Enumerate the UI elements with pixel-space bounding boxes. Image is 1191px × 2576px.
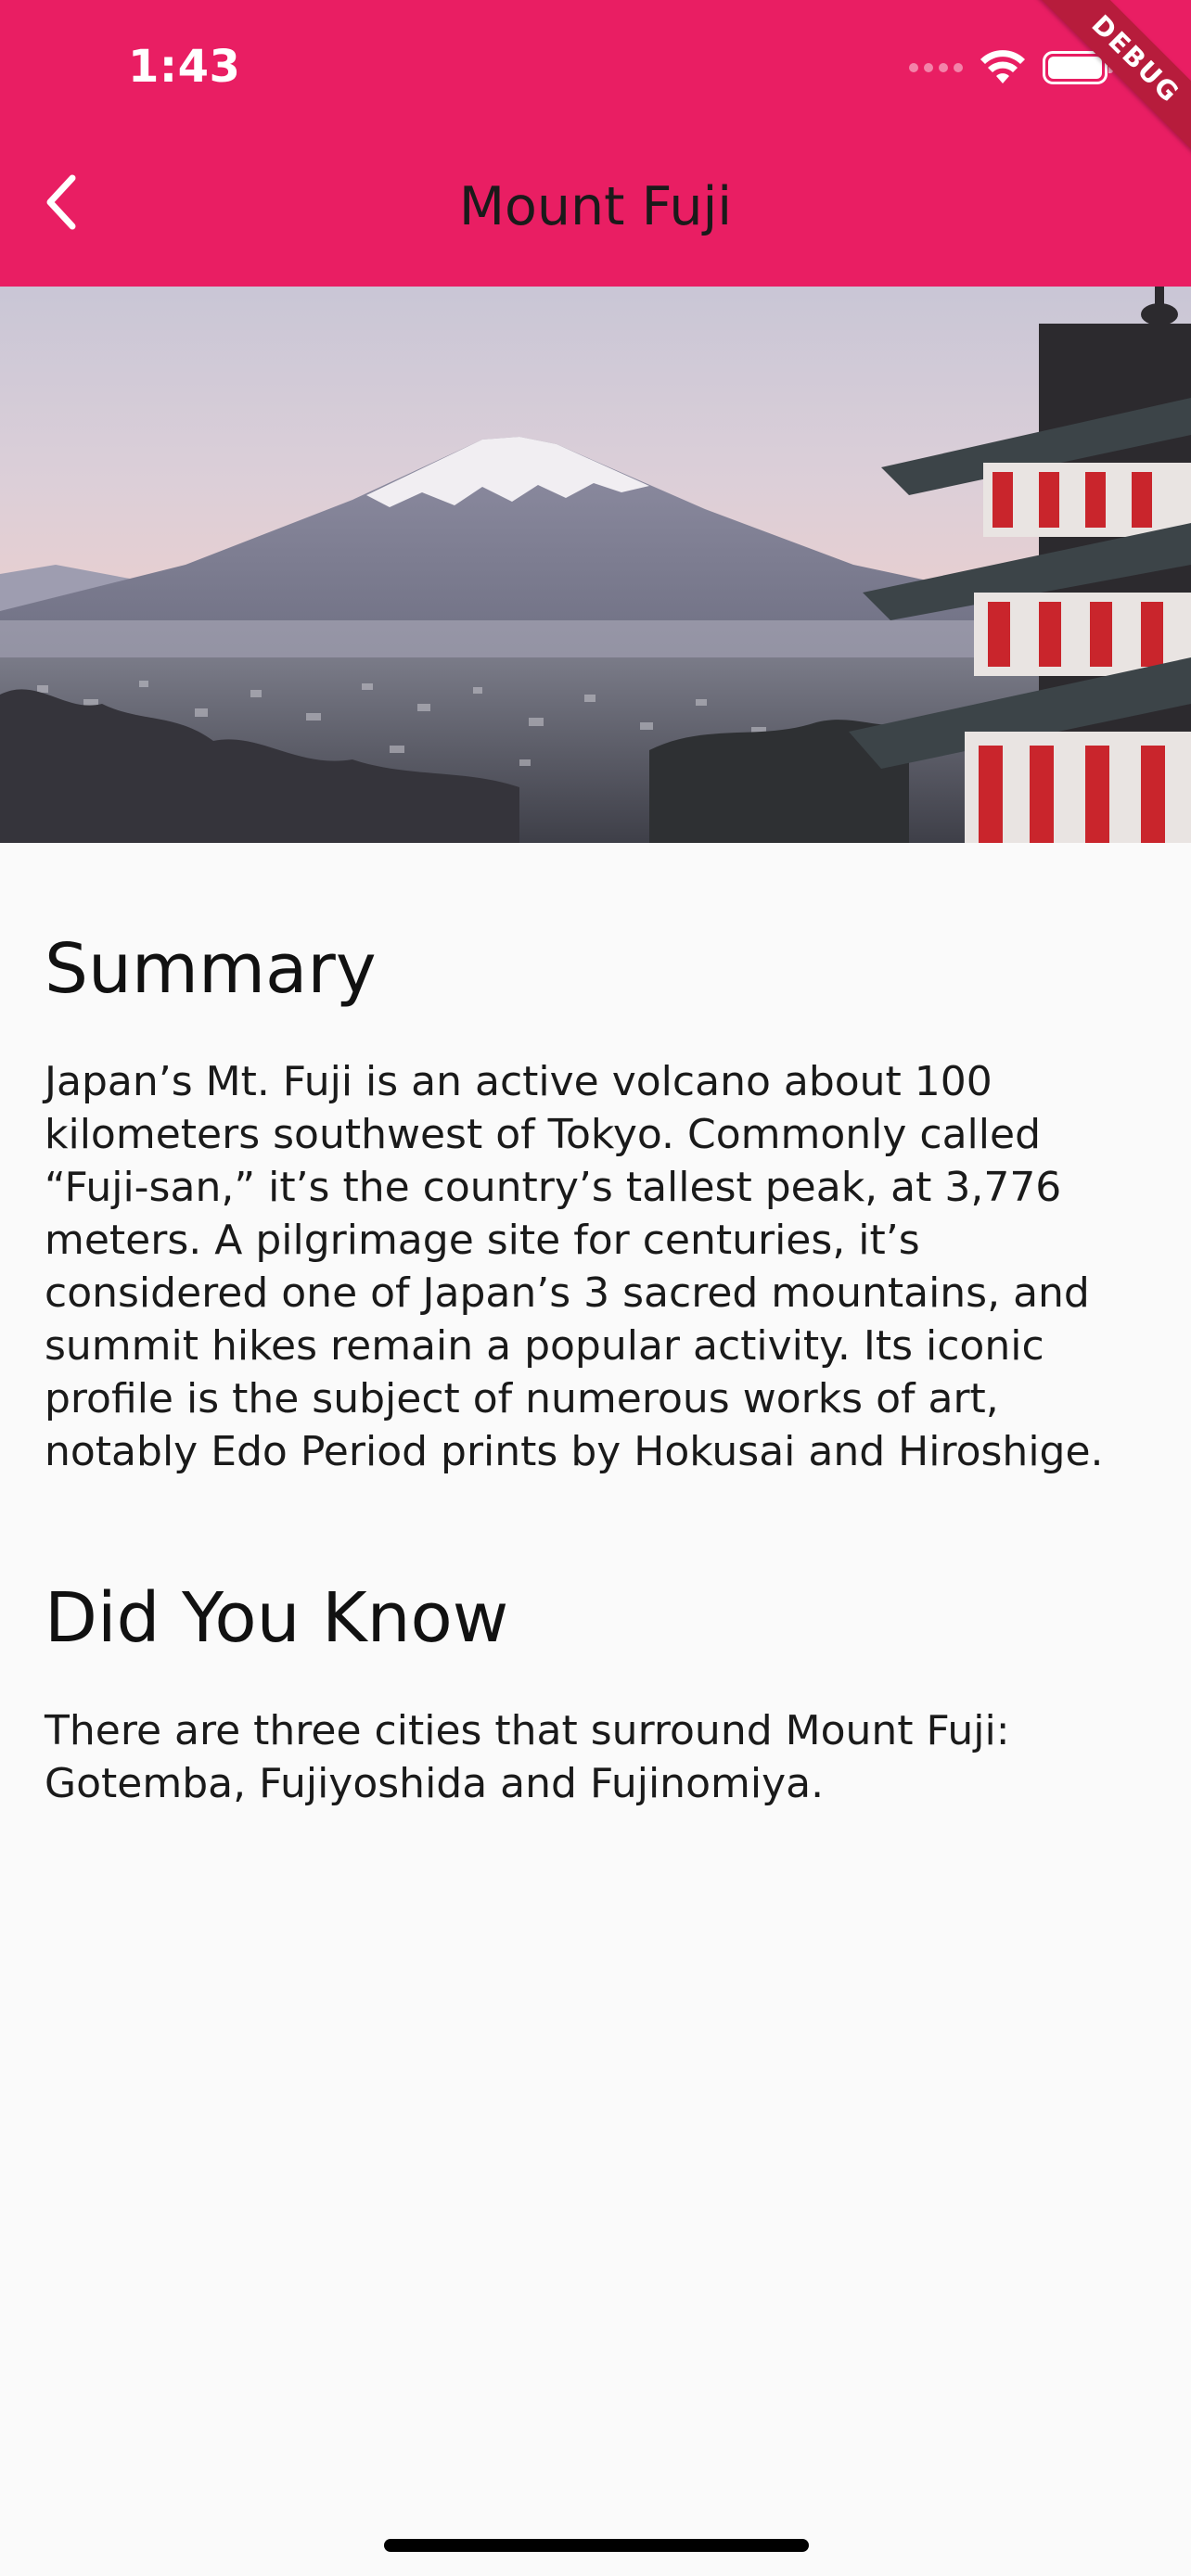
status-icons — [909, 46, 1113, 89]
home-indicator[interactable] — [384, 2539, 809, 2552]
status-time: 1:43 — [128, 41, 241, 93]
page-title: Mount Fuji — [458, 176, 733, 237]
cellular-signal-icon — [909, 63, 963, 72]
mount-fuji-landscape-image — [0, 287, 1191, 843]
summary-text: Japan’s Mt. Fuji is an active volcano ab… — [45, 1058, 1104, 1475]
summary-heading: Summary — [45, 929, 377, 1009]
did-you-know-heading: Did You Know — [45, 1578, 509, 1658]
did-you-know-text: There are three cities that surround Mou… — [45, 1707, 1010, 1807]
wifi-icon — [980, 50, 1025, 83]
app-bar: 1:43 Mount Fuji DEBUG — [0, 0, 1191, 287]
hero-image — [0, 287, 1191, 843]
